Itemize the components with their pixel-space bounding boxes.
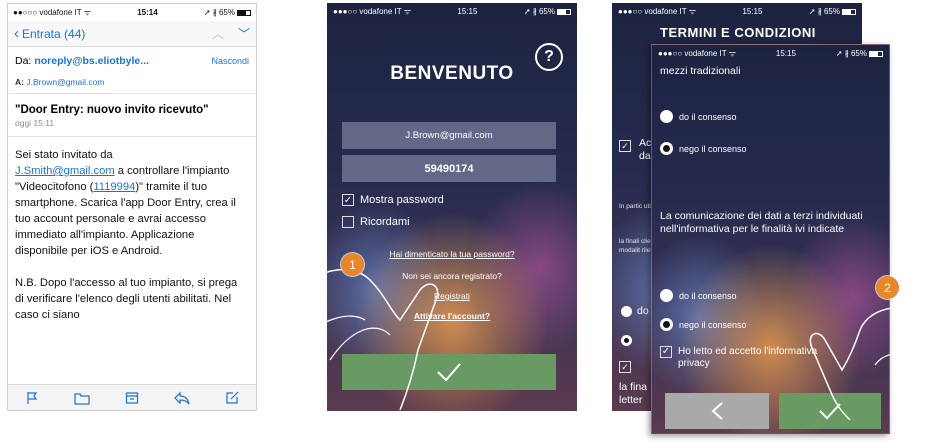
terms-text: mezzi tradizionali <box>660 65 741 77</box>
to-label: A: <box>15 77 24 87</box>
text-fragment: Ac <box>639 137 652 149</box>
mail-screen: ●●○○○ vodafone IT ᯤ 15:14 ➚ ∦ 65% ‹ Entr… <box>7 3 257 411</box>
radio-label: do il consenso <box>679 111 737 122</box>
remember-me-label: Ricordami <box>360 216 410 228</box>
from-row: Da: noreply@bs.eliotbyle... Nascondi <box>15 55 249 67</box>
radio-label: nego il consenso <box>679 319 747 330</box>
forgot-password-link[interactable]: Hai dimenticato la tua password? <box>327 249 577 259</box>
page-title: BENVENUTO <box>390 63 514 84</box>
radio-label: nego il consenso <box>679 143 747 154</box>
checkbox-empty-icon <box>342 216 354 228</box>
show-password-checkbox[interactable]: ✓ Mostra password <box>342 194 444 206</box>
back-label: Entrata (44) <box>22 26 86 41</box>
checkmark-icon: ✓ <box>619 361 631 373</box>
radio-selected-icon <box>660 142 673 155</box>
show-password-label: Mostra password <box>360 194 444 206</box>
text-fragment: do <box>637 305 649 317</box>
mail-toolbar <box>8 384 256 410</box>
step-badge: 1 <box>341 253 364 276</box>
consent-1-deny-radio[interactable]: nego il consenso <box>660 142 747 155</box>
terms-screen: ●●●○○ vodafone IT ᯤ 15:15 ➚ ∦ 65% mezzi … <box>651 44 890 434</box>
hide-details-link[interactable]: Nascondi <box>211 56 249 66</box>
inviter-email-link[interactable]: J.Smith@gmail.com <box>15 165 115 177</box>
back-button[interactable] <box>665 393 769 429</box>
status-bar: ●●●○○ vodafone IT ᯤ 15:15 ➚ ∦ 65% <box>652 45 889 62</box>
carrier-label: ●●○○○ vodafone IT ᯤ <box>13 8 92 17</box>
mail-subject: "Door Entry: nuovo invito ricevuto" <box>15 104 209 116</box>
checkmark-icon: ✓ <box>342 194 354 206</box>
accept-privacy-label: Ho letto ed accetto l'informativa privac… <box>678 346 818 369</box>
battery-icon <box>557 8 571 15</box>
mail-subject-block: "Door Entry: nuovo invito ricevuto" oggi… <box>8 94 256 137</box>
radio-unselected-icon <box>660 110 673 123</box>
compose-icon[interactable] <box>225 391 239 405</box>
clock: 15:15 <box>742 7 763 16</box>
sender-address[interactable]: noreply@bs.eliotbyle... <box>34 55 149 67</box>
mail-header: Da: noreply@bs.eliotbyle... Nascondi A: … <box>8 47 256 94</box>
clock: 15:14 <box>137 8 158 17</box>
folder-icon[interactable] <box>74 391 90 405</box>
consent-1-give-radio[interactable]: do il consenso <box>660 110 737 123</box>
chevron-left-icon: ‹ <box>14 25 19 42</box>
password-field[interactable]: 59490174 <box>342 155 556 182</box>
reply-icon[interactable] <box>173 391 190 405</box>
battery-icon <box>869 50 883 57</box>
status-right: ➚ ∦ 65% <box>524 7 571 16</box>
text-fragment: da <box>639 150 651 162</box>
email-field[interactable]: J.Brown@gmail.com <box>342 122 556 149</box>
carrier-label: ●●●○○ vodafone IT ᯤ <box>618 7 697 16</box>
chevron-down-icon[interactable]: ﹀ <box>238 25 250 42</box>
accept-privacy-checkbox[interactable]: ✓ Ho letto ed accetto l'informativa priv… <box>660 346 818 370</box>
battery-icon <box>237 9 251 16</box>
status-bar: ●●●○○ vodafone IT ᯤ 15:15 ➚ ∦ 65% <box>327 3 577 20</box>
radio-selected-icon <box>621 335 632 346</box>
message-nav: ︿ ﹀ <box>212 25 250 42</box>
status-right: ➚ ∦ 65% <box>204 8 251 17</box>
register-link[interactable]: Registrati <box>327 291 577 301</box>
recipient-address[interactable]: J.Brown@gmail.com <box>26 77 104 87</box>
mail-paragraph: Sei stato invitato da J.Smith@gmail.com a… <box>15 149 236 257</box>
not-registered-text: Non sei ancora registrato? <box>402 271 502 281</box>
from-label: Da: <box>15 55 32 67</box>
page-title: TERMINI E CONDIZIONI <box>660 25 816 40</box>
consent-2-deny-radio[interactable]: nego il consenso <box>660 318 747 331</box>
status-right: ➚ ∦ 65% <box>809 7 856 16</box>
archive-icon[interactable] <box>125 391 139 405</box>
remember-me-checkbox[interactable]: Ricordami <box>342 216 410 228</box>
checkmark-icon: ✓ <box>619 140 631 152</box>
step-badge: 2 <box>876 276 899 299</box>
confirm-button[interactable] <box>779 393 881 429</box>
clock: 15:15 <box>775 49 796 58</box>
checkmark-icon: ✓ <box>660 346 672 358</box>
consent-2-text: La comunicazione dei dati a terzi indivi… <box>660 210 863 235</box>
system-id-link[interactable]: 1119994 <box>93 181 135 193</box>
status-bar: ●●●○○ vodafone IT ᯤ 15:15 ➚ ∦ 65% <box>612 3 862 20</box>
mail-date: oggi 15:11 <box>15 118 55 128</box>
mail-note: N.B. Dopo l'accesso al tuo impianto, si … <box>15 277 238 321</box>
check-icon <box>437 363 461 382</box>
radio-selected-icon <box>660 318 673 331</box>
flag-icon[interactable] <box>25 391 39 405</box>
clock: 15:15 <box>457 7 478 16</box>
login-screen: ●●●○○ vodafone IT ᯤ 15:15 ➚ ∦ 65% ? BENV… <box>327 3 577 411</box>
mail-body: Sei stato invitato da J.Smith@gmail.com a… <box>8 137 256 333</box>
radio-label: do il consenso <box>679 290 737 301</box>
chevron-left-icon <box>711 402 723 420</box>
back-button[interactable]: ‹ Entrata (44) <box>14 26 85 41</box>
check-icon <box>819 403 841 420</box>
chevron-up-icon[interactable]: ︿ <box>212 25 224 42</box>
carrier-label: ●●●○○ vodafone IT ᯤ <box>333 7 412 16</box>
to-row: A: J.Brown@gmail.com <box>15 77 249 87</box>
consent-2-give-radio[interactable]: do il consenso <box>660 289 737 302</box>
carrier-label: ●●●○○ vodafone IT ᯤ <box>658 49 737 58</box>
radio-unselected-icon <box>621 306 632 317</box>
radio-unselected-icon <box>660 289 673 302</box>
status-bar: ●●○○○ vodafone IT ᯤ 15:14 ➚ ∦ 65% <box>8 4 256 21</box>
confirm-button[interactable] <box>342 354 556 390</box>
status-right: ➚ ∦ 65% <box>836 49 883 58</box>
mail-nav-bar: ‹ Entrata (44) ︿ ﹀ <box>8 21 256 47</box>
activate-account-link[interactable]: Attivare l'account? <box>327 311 577 321</box>
battery-icon <box>842 8 856 15</box>
